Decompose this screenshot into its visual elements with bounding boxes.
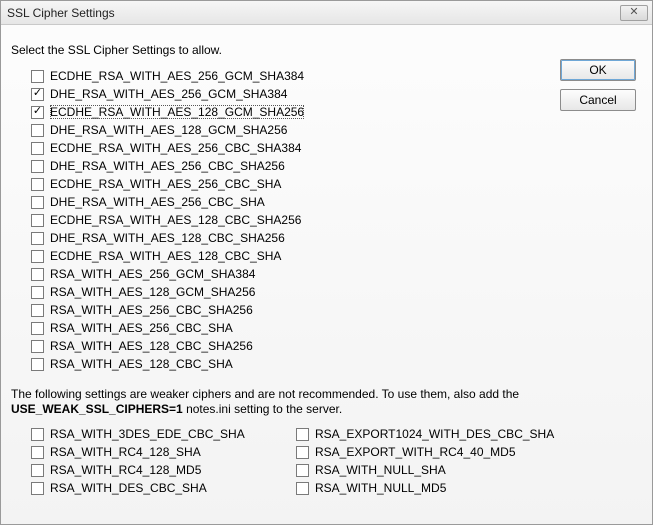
cipher-row: RSA_WITH_AES_128_CBC_SHA256: [31, 337, 531, 355]
cipher-checkbox[interactable]: [31, 196, 44, 209]
weak-cipher-label[interactable]: RSA_WITH_NULL_MD5: [315, 481, 446, 495]
cipher-row: DHE_RSA_WITH_AES_256_CBC_SHA256: [31, 157, 531, 175]
cipher-row: RSA_WITH_AES_256_CBC_SHA256: [31, 301, 531, 319]
cipher-row: ECDHE_RSA_WITH_AES_128_CBC_SHA: [31, 247, 531, 265]
weak-note: The following settings are weaker cipher…: [11, 387, 642, 417]
weak-cipher-label[interactable]: RSA_WITH_3DES_EDE_CBC_SHA: [50, 427, 245, 441]
cipher-row: DHE_RSA_WITH_AES_128_GCM_SHA256: [31, 121, 531, 139]
weak-cipher-label[interactable]: RSA_WITH_NULL_SHA: [315, 463, 446, 477]
weak-cipher-checkbox[interactable]: [31, 446, 44, 459]
cipher-checkbox[interactable]: [31, 124, 44, 137]
weak-cipher-label[interactable]: RSA_EXPORT_WITH_RC4_40_MD5: [315, 445, 516, 459]
cipher-label[interactable]: DHE_RSA_WITH_AES_256_CBC_SHA256: [50, 159, 285, 173]
weak-cipher-checkbox[interactable]: [296, 482, 309, 495]
weak-cipher-row: RSA_WITH_RC4_128_SHA: [31, 443, 296, 461]
weak-note-line2: notes.ini setting to the server.: [186, 402, 342, 416]
cipher-label[interactable]: RSA_WITH_AES_128_CBC_SHA: [50, 357, 233, 371]
cipher-checkbox[interactable]: [31, 358, 44, 371]
cipher-label[interactable]: ECDHE_RSA_WITH_AES_128_CBC_SHA: [50, 249, 281, 263]
cipher-row: ECDHE_RSA_WITH_AES_128_GCM_SHA256: [31, 103, 531, 121]
weak-column-right: RSA_EXPORT1024_WITH_DES_CBC_SHA RSA_EXPOR…: [296, 425, 561, 497]
cipher-checkbox[interactable]: [31, 322, 44, 335]
cipher-checkbox[interactable]: [31, 340, 44, 353]
cipher-checkbox[interactable]: [31, 250, 44, 263]
weak-cipher-row: RSA_WITH_NULL_SHA: [296, 461, 561, 479]
prompt-text: Select the SSL Cipher Settings to allow.: [11, 43, 642, 57]
weak-cipher-label[interactable]: RSA_WITH_DES_CBC_SHA: [50, 481, 207, 495]
cipher-checkbox[interactable]: [31, 70, 44, 83]
cipher-label[interactable]: RSA_WITH_AES_256_CBC_SHA256: [50, 303, 253, 317]
cipher-label[interactable]: DHE_RSA_WITH_AES_256_GCM_SHA384: [50, 87, 287, 101]
cipher-checkbox[interactable]: [31, 268, 44, 281]
ok-button[interactable]: OK: [560, 59, 636, 81]
weak-note-bold: USE_WEAK_SSL_CIPHERS=1: [11, 402, 183, 416]
cipher-row: RSA_WITH_AES_128_CBC_SHA: [31, 355, 531, 373]
weak-column-left: RSA_WITH_3DES_EDE_CBC_SHA RSA_WITH_RC4_12…: [31, 425, 296, 497]
cipher-label[interactable]: ECDHE_RSA_WITH_AES_256_GCM_SHA384: [50, 69, 304, 83]
weak-cipher-checkbox[interactable]: [31, 428, 44, 441]
weak-cipher-checkbox[interactable]: [31, 482, 44, 495]
weak-cipher-checkbox[interactable]: [296, 428, 309, 441]
cipher-label[interactable]: RSA_WITH_AES_128_CBC_SHA256: [50, 339, 253, 353]
cipher-row: ECDHE_RSA_WITH_AES_256_CBC_SHA: [31, 175, 531, 193]
cipher-row: DHE_RSA_WITH_AES_256_CBC_SHA: [31, 193, 531, 211]
close-button[interactable]: ✕: [620, 5, 648, 21]
cancel-button-label: Cancel: [579, 93, 616, 107]
cipher-row: DHE_RSA_WITH_AES_128_CBC_SHA256: [31, 229, 531, 247]
cipher-label[interactable]: DHE_RSA_WITH_AES_128_CBC_SHA256: [50, 231, 285, 245]
cipher-row: RSA_WITH_AES_256_GCM_SHA384: [31, 265, 531, 283]
cipher-row: RSA_WITH_AES_128_GCM_SHA256: [31, 283, 531, 301]
cipher-row: RSA_WITH_AES_256_CBC_SHA: [31, 319, 531, 337]
cipher-list: ECDHE_RSA_WITH_AES_256_GCM_SHA384 DHE_RSA…: [31, 67, 531, 373]
cipher-label[interactable]: RSA_WITH_AES_128_GCM_SHA256: [50, 285, 255, 299]
weak-cipher-label[interactable]: RSA_WITH_RC4_128_SHA: [50, 445, 201, 459]
weak-cipher-checkbox[interactable]: [296, 446, 309, 459]
weak-cipher-row: RSA_EXPORT1024_WITH_DES_CBC_SHA: [296, 425, 561, 443]
cipher-checkbox[interactable]: [31, 232, 44, 245]
cipher-row: ECDHE_RSA_WITH_AES_256_GCM_SHA384: [31, 67, 531, 85]
weak-cipher-row: RSA_WITH_DES_CBC_SHA: [31, 479, 296, 497]
cipher-checkbox[interactable]: [31, 304, 44, 317]
dialog-window: SSL Cipher Settings ✕ OK Cancel Select t…: [0, 0, 653, 525]
cipher-label[interactable]: RSA_WITH_AES_256_CBC_SHA: [50, 321, 233, 335]
cipher-label[interactable]: DHE_RSA_WITH_AES_128_GCM_SHA256: [50, 123, 287, 137]
weak-cipher-label[interactable]: RSA_WITH_RC4_128_MD5: [50, 463, 201, 477]
cipher-checkbox[interactable]: [31, 88, 44, 101]
cipher-label[interactable]: RSA_WITH_AES_256_GCM_SHA384: [50, 267, 255, 281]
weak-cipher-label[interactable]: RSA_EXPORT1024_WITH_DES_CBC_SHA: [315, 427, 554, 441]
ok-button-label: OK: [589, 63, 606, 77]
cipher-checkbox[interactable]: [31, 214, 44, 227]
weak-cipher-row: RSA_WITH_NULL_MD5: [296, 479, 561, 497]
cancel-button[interactable]: Cancel: [560, 89, 636, 111]
weak-cipher-checkbox[interactable]: [31, 464, 44, 477]
weak-cipher-row: RSA_WITH_3DES_EDE_CBC_SHA: [31, 425, 296, 443]
cipher-label[interactable]: ECDHE_RSA_WITH_AES_128_GCM_SHA256: [50, 105, 304, 119]
cipher-checkbox[interactable]: [31, 160, 44, 173]
weak-cipher-grid: RSA_WITH_3DES_EDE_CBC_SHA RSA_WITH_RC4_12…: [31, 425, 642, 497]
button-column: OK Cancel: [560, 59, 636, 119]
cipher-checkbox[interactable]: [31, 178, 44, 191]
weak-cipher-row: RSA_EXPORT_WITH_RC4_40_MD5: [296, 443, 561, 461]
cipher-label[interactable]: DHE_RSA_WITH_AES_256_CBC_SHA: [50, 195, 265, 209]
cipher-label[interactable]: ECDHE_RSA_WITH_AES_256_CBC_SHA: [50, 177, 281, 191]
cipher-checkbox[interactable]: [31, 286, 44, 299]
close-icon: ✕: [629, 6, 638, 18]
cipher-checkbox[interactable]: [31, 142, 44, 155]
cipher-checkbox[interactable]: [31, 106, 44, 119]
dialog-body: OK Cancel Select the SSL Cipher Settings…: [1, 25, 652, 524]
cipher-row: DHE_RSA_WITH_AES_256_GCM_SHA384: [31, 85, 531, 103]
titlebar: SSL Cipher Settings ✕: [1, 1, 652, 25]
cipher-label[interactable]: ECDHE_RSA_WITH_AES_128_CBC_SHA256: [50, 213, 301, 227]
cipher-row: ECDHE_RSA_WITH_AES_128_CBC_SHA256: [31, 211, 531, 229]
window-title: SSL Cipher Settings: [7, 6, 620, 20]
cipher-label[interactable]: ECDHE_RSA_WITH_AES_256_CBC_SHA384: [50, 141, 301, 155]
weak-cipher-checkbox[interactable]: [296, 464, 309, 477]
weak-cipher-row: RSA_WITH_RC4_128_MD5: [31, 461, 296, 479]
cipher-row: ECDHE_RSA_WITH_AES_256_CBC_SHA384: [31, 139, 531, 157]
weak-note-line1: The following settings are weaker cipher…: [11, 387, 519, 401]
